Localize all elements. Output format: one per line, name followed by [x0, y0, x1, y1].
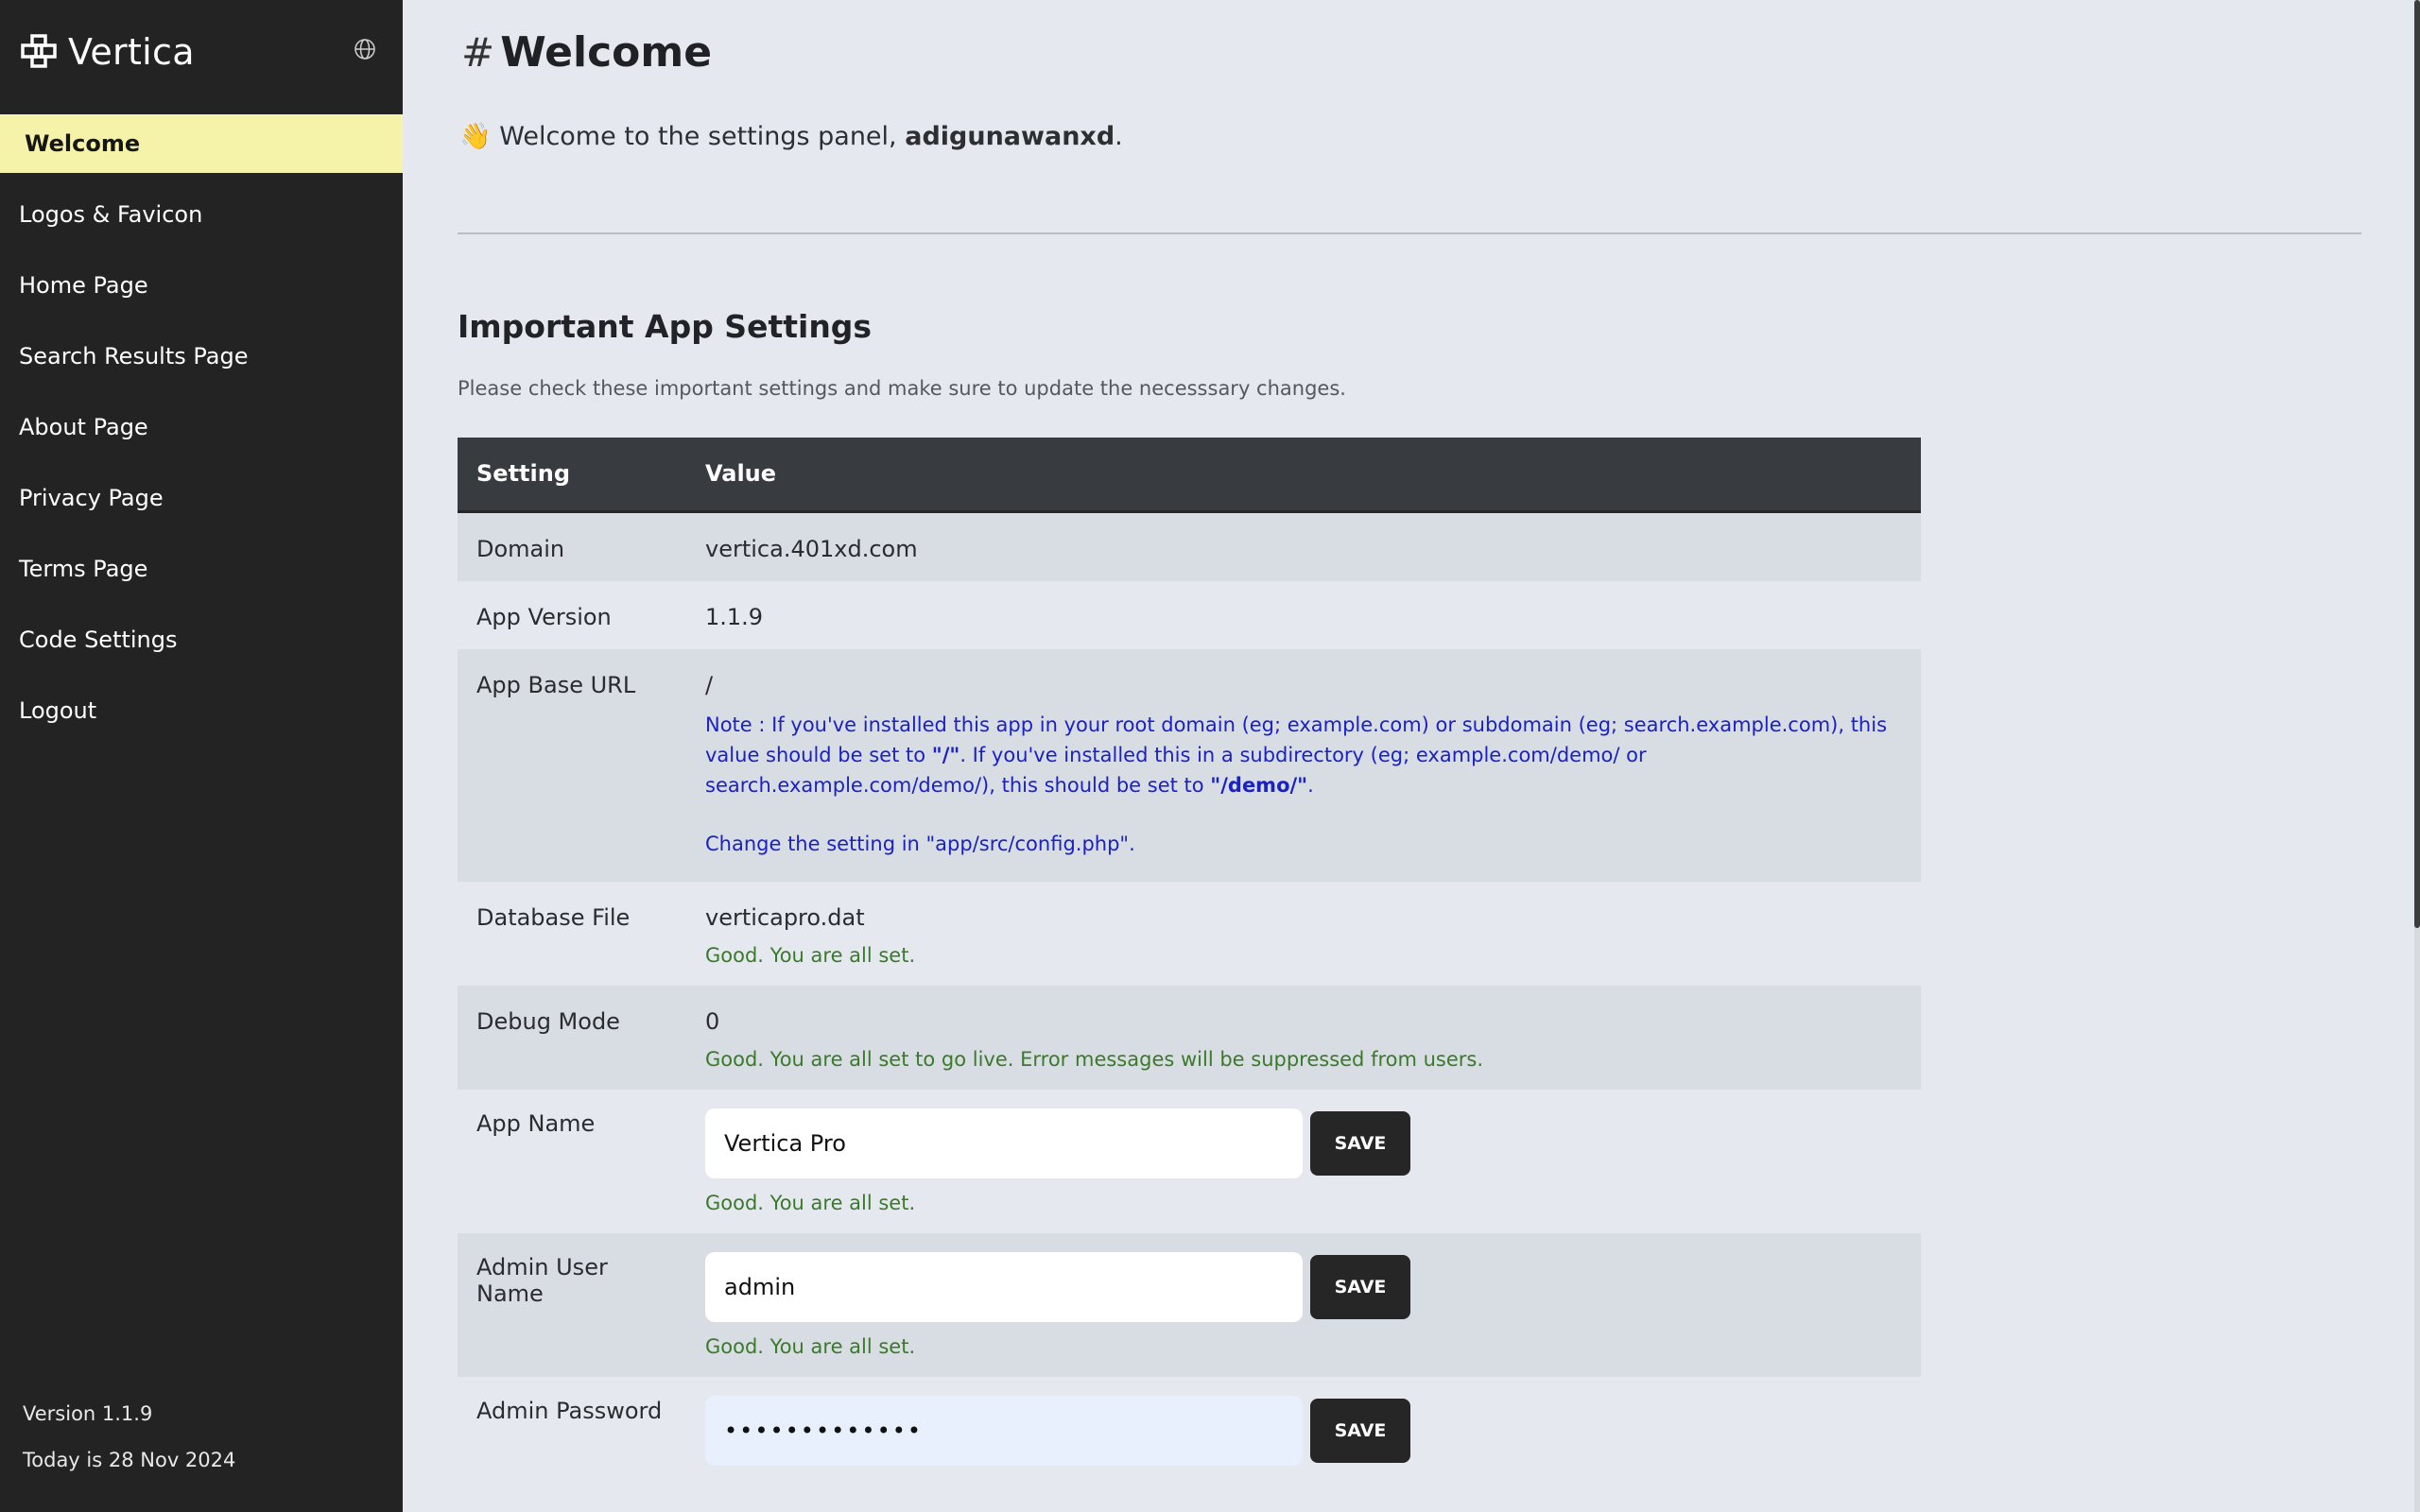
setting-cell: SAVE — [686, 1376, 1921, 1485]
setting-value: verticapro.dat — [705, 903, 865, 931]
note-text: . — [1307, 773, 1314, 797]
page-title: # Welcome — [461, 28, 712, 77]
status-good: Good. You are all set to go live. Error … — [705, 1047, 1484, 1071]
setting-label: Debug Mode — [458, 985, 686, 1090]
table-row-admin-user-name: Admin User Name SAVE Good. You are all s… — [458, 1232, 1921, 1377]
status-good: Good. You are all set. — [705, 943, 916, 967]
save-app-name-button[interactable]: SAVE — [1310, 1110, 1410, 1176]
username: adigunawanxd — [905, 122, 1115, 151]
date-text: Today is 28 Nov 2024 — [23, 1449, 236, 1471]
table-row-admin-password: Admin Password SAVE — [458, 1376, 1921, 1485]
sidebar-item-label: Logout — [19, 697, 97, 724]
setting-cell: / Note : If you've installed this app in… — [686, 648, 1921, 882]
field-row: SAVE — [705, 1395, 1902, 1466]
sidebar-item-label: Home Page — [19, 272, 148, 299]
setting-label: App Version — [458, 580, 686, 649]
sidebar-item-label: Privacy Page — [19, 485, 164, 511]
setting-label: App Base URL — [458, 648, 686, 882]
sidebar-item-label: Terms Page — [19, 556, 148, 582]
table-row-debug-mode: Debug Mode 0 Good. You are all set to go… — [458, 985, 1921, 1090]
save-admin-password-button[interactable]: SAVE — [1310, 1398, 1410, 1463]
brand-name: Vertica — [68, 31, 195, 73]
globe-icon — [354, 39, 375, 60]
base-url-note: Note : If you've installed this app in y… — [705, 710, 1902, 800]
setting-value: 0 — [705, 1007, 720, 1035]
setting-cell: SAVE Good. You are all set. — [686, 1232, 1921, 1377]
section-title: Important App Settings — [458, 308, 873, 345]
column-header-setting: Setting — [458, 438, 686, 513]
setting-label: Admin Password — [458, 1376, 686, 1485]
config-note: Change the setting in "app/src/config.ph… — [705, 832, 1135, 855]
sidebar-nav: Welcome Logos & Favicon Home Page Search… — [0, 114, 403, 752]
sidebar-item-label: Welcome — [25, 130, 141, 157]
brand[interactable]: Vertica — [19, 28, 195, 76]
scrollbar-thumb[interactable] — [2414, 0, 2420, 928]
setting-cell: SAVE Good. You are all set. — [686, 1089, 1921, 1233]
divider — [458, 232, 2361, 234]
wave-icon: 👋 — [459, 122, 492, 151]
visit-site-button[interactable] — [352, 36, 378, 62]
hash-icon: # — [461, 29, 495, 76]
field-row: SAVE — [705, 1108, 1902, 1178]
sidebar-footer: Version 1.1.9 Today is 28 Nov 2024 — [23, 1397, 235, 1489]
sidebar-item-logout[interactable]: Logout — [0, 681, 403, 740]
setting-cell: verticapro.dat Good. You are all set. — [686, 881, 1921, 986]
app-name-input[interactable] — [705, 1108, 1303, 1178]
sidebar: Vertica Welcome Logos & Favicon Home Pag… — [0, 0, 403, 1512]
table-row-app-name: App Name SAVE Good. You are all set. — [458, 1089, 1921, 1233]
note-bold-subdir: "/demo/" — [1210, 773, 1308, 797]
column-header-value: Value — [686, 438, 1921, 513]
welcome-suffix: . — [1115, 122, 1123, 151]
main-content: # Welcome 👋 Welcome to the settings pane… — [403, 0, 2420, 1512]
setting-label: App Name — [458, 1089, 686, 1233]
sidebar-item-label: About Page — [19, 414, 148, 440]
version-text: Version 1.1.9 — [23, 1402, 153, 1425]
admin-user-name-input[interactable] — [705, 1251, 1303, 1322]
sidebar-item-privacy-page[interactable]: Privacy Page — [0, 469, 403, 527]
vertica-logo-icon — [21, 34, 57, 68]
setting-value: 1.1.9 — [686, 580, 1921, 649]
sidebar-item-terms-page[interactable]: Terms Page — [0, 540, 403, 598]
status-good: Good. You are all set. — [705, 1334, 916, 1358]
sidebar-item-label: Code Settings — [19, 627, 178, 653]
table-row-database-file: Database File verticapro.dat Good. You a… — [458, 881, 1921, 986]
setting-cell: 0 Good. You are all set to go live. Erro… — [686, 985, 1921, 1090]
setting-label: Admin User Name — [458, 1232, 686, 1377]
table-row-app-base-url: App Base URL / Note : If you've installe… — [458, 648, 1921, 882]
save-admin-user-name-button[interactable]: SAVE — [1310, 1254, 1410, 1319]
sidebar-item-welcome[interactable]: Welcome — [0, 114, 403, 173]
settings-table: Setting Value Domain vertica.401xd.com A… — [458, 438, 1921, 1485]
status-good: Good. You are all set. — [705, 1191, 916, 1214]
field-row: SAVE — [705, 1251, 1902, 1322]
welcome-prefix: Welcome to the settings panel, — [499, 122, 897, 151]
sidebar-item-search-results-page[interactable]: Search Results Page — [0, 327, 403, 386]
setting-label: Database File — [458, 881, 686, 986]
admin-password-input[interactable] — [705, 1395, 1303, 1466]
page-title-text: Welcome — [500, 28, 713, 77]
table-row-app-version: App Version 1.1.9 — [458, 580, 1921, 649]
section-description: Please check these important settings an… — [458, 377, 1346, 400]
sidebar-item-label: Search Results Page — [19, 343, 249, 369]
note-bold-root: "/" — [931, 743, 960, 766]
table-header-row: Setting Value — [458, 438, 1921, 513]
scrollbar-track[interactable] — [2414, 0, 2420, 1512]
welcome-message: 👋 Welcome to the settings panel, adiguna… — [459, 121, 1123, 151]
sidebar-item-code-settings[interactable]: Code Settings — [0, 610, 403, 669]
setting-value: / — [705, 671, 714, 698]
sidebar-item-logos-favicon[interactable]: Logos & Favicon — [0, 185, 403, 244]
setting-value: vertica.401xd.com — [686, 511, 1921, 581]
sidebar-item-home-page[interactable]: Home Page — [0, 256, 403, 315]
sidebar-item-label: Logos & Favicon — [19, 201, 203, 228]
setting-label: Domain — [458, 511, 686, 581]
table-row-domain: Domain vertica.401xd.com — [458, 511, 1921, 581]
sidebar-item-about-page[interactable]: About Page — [0, 398, 403, 456]
